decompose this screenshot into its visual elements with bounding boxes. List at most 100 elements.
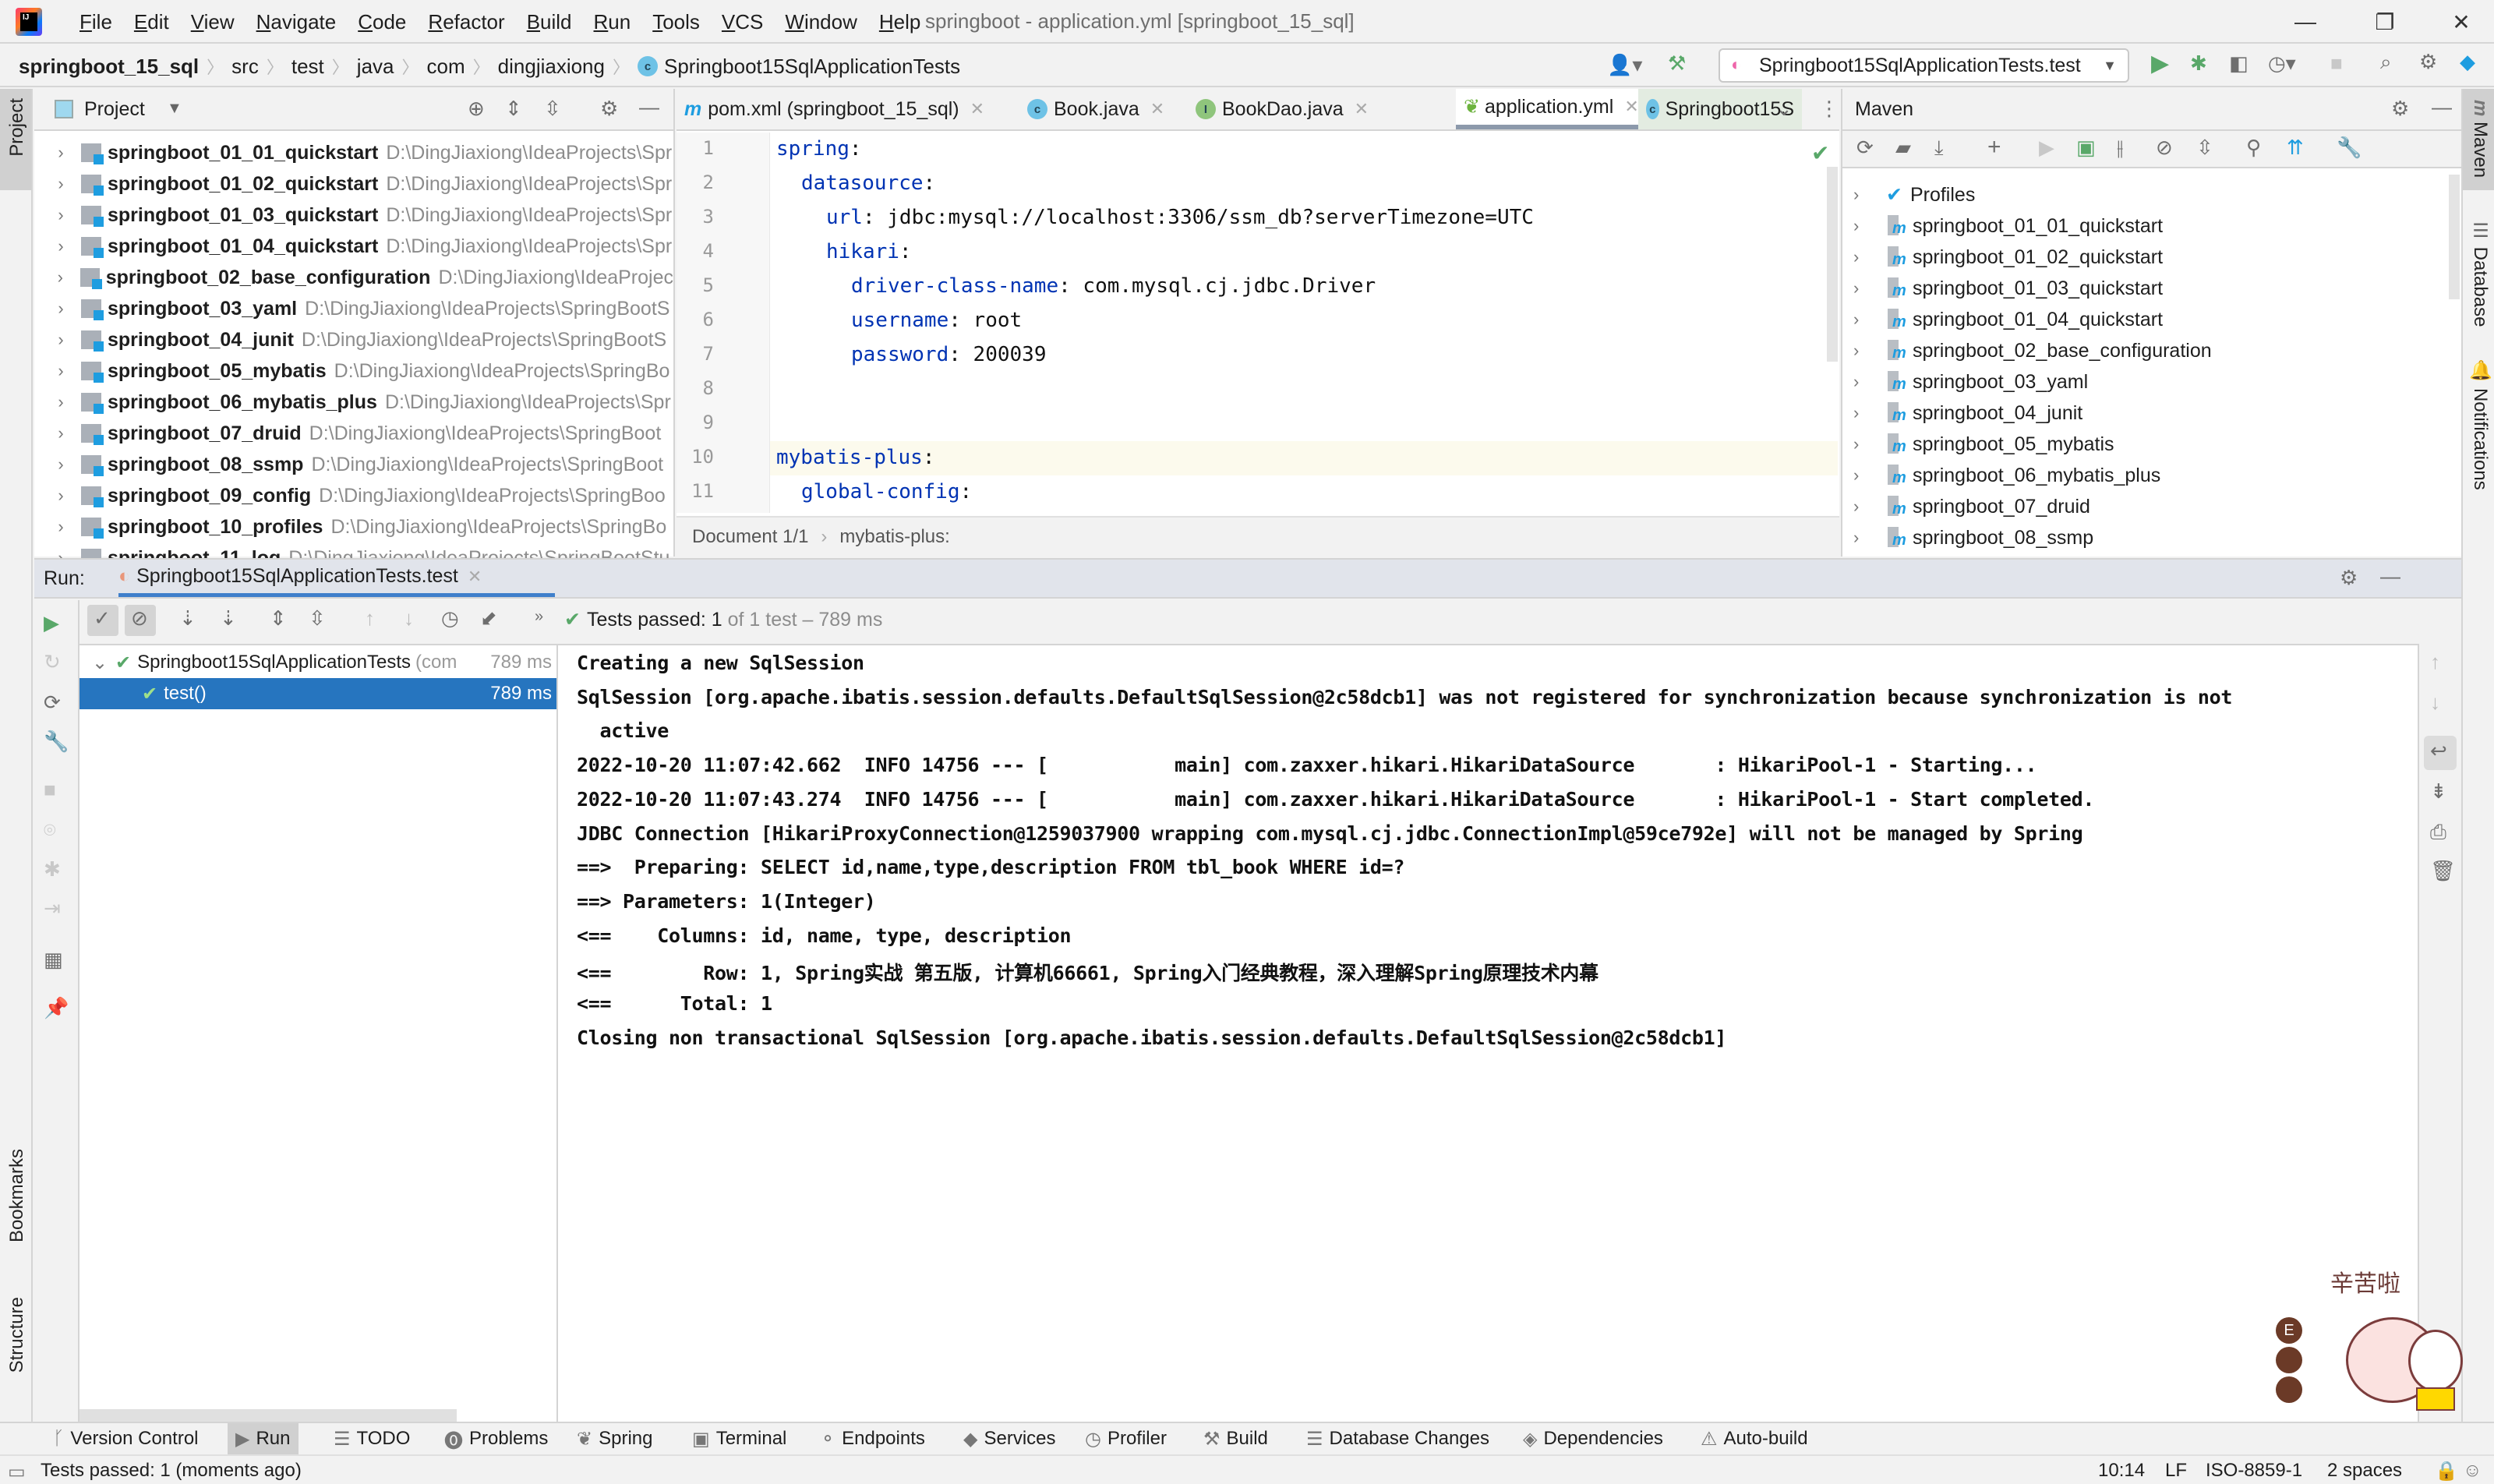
next-test-icon[interactable]: ↓ xyxy=(404,606,414,631)
test-suite-row[interactable]: ⌄ ✔ Springboot15SqlApplicationTests (com… xyxy=(79,647,556,678)
run-configuration-selector[interactable]: ◐ Springboot15SqlApplicationTests.test ▼ xyxy=(1719,48,2129,83)
scroll-down-icon[interactable]: ↓ xyxy=(2430,691,2440,715)
maven-project-item[interactable]: › springboot_06_mybatis_plus xyxy=(1842,460,2160,491)
tool-endpoints[interactable]: ⚬ Endpoints xyxy=(812,1423,933,1454)
project-tree-item[interactable]: › springboot_07_druid D:\DingJiaxiong\Idea… xyxy=(34,418,673,449)
sort-alphabetically-icon[interactable]: ⇣ xyxy=(179,606,196,631)
breadcrumb-package[interactable]: dingjiaxiong xyxy=(498,55,605,79)
chevron-down-icon[interactable]: ⌄ xyxy=(92,652,115,674)
more-icon[interactable]: » xyxy=(535,608,543,626)
settings-gear-icon[interactable]: ⚙ xyxy=(2391,97,2409,121)
breadcrumb-src[interactable]: src xyxy=(231,55,259,79)
menu-run[interactable]: Run xyxy=(583,10,642,34)
project-panel-title[interactable]: Project xyxy=(84,98,145,121)
tree-horizontal-scrollbar[interactable] xyxy=(79,1409,457,1422)
menu-navigate[interactable]: Navigate xyxy=(246,10,348,34)
chevron-right-icon[interactable]: › xyxy=(47,517,75,537)
add-icon[interactable]: + xyxy=(1987,134,2001,161)
minimize-button[interactable]: — xyxy=(2282,5,2329,39)
run-tab[interactable]: ◐ Springboot15SqlApplicationTests.test ✕ xyxy=(118,560,555,597)
restore-button[interactable]: ❐ xyxy=(2362,5,2408,39)
profile-icon[interactable]: ◷▾ xyxy=(2268,51,2296,76)
file-encoding[interactable]: ISO-8859-1 xyxy=(2206,1460,2302,1482)
chevron-right-icon[interactable]: › xyxy=(47,454,75,475)
lock-icon[interactable]: 🔒 xyxy=(2435,1460,2458,1482)
build-hammer-icon[interactable]: ⚒ xyxy=(1668,51,1686,76)
menu-window[interactable]: Window xyxy=(774,10,867,34)
maven-project-item[interactable]: › springboot_02_base_configuration xyxy=(1842,335,2212,366)
camera-icon[interactable]: ⌾ xyxy=(44,818,56,843)
project-tree-item[interactable]: › springboot_01_01_quickstart D:\DingJiaxi… xyxy=(34,137,673,168)
download-icon[interactable]: ⤓ xyxy=(1934,136,1944,161)
expand-all-icon[interactable]: ⇕ xyxy=(505,97,522,121)
menu-vcs[interactable]: VCS xyxy=(711,10,774,34)
project-tree-item[interactable]: › springboot_01_04_quickstart D:\DingJiaxi… xyxy=(34,231,673,262)
hide-panel-icon[interactable]: — xyxy=(2380,564,2400,588)
tool-spring[interactable]: ❦ Spring xyxy=(569,1423,660,1454)
toolbox-icon[interactable]: ◆ xyxy=(2460,50,2475,74)
tab-application-yml[interactable]: ❦ application.yml ✕ xyxy=(1456,89,1639,129)
hide-panel-icon[interactable]: — xyxy=(639,95,659,119)
maven-project-item[interactable]: › springboot_08_ssmp xyxy=(1842,522,2093,553)
menu-build[interactable]: Build xyxy=(516,10,583,34)
chevron-right-icon[interactable]: › xyxy=(1853,216,1877,236)
breadcrumb-class[interactable]: Springboot15SqlApplicationTests xyxy=(664,55,960,79)
chevron-right-icon[interactable]: › xyxy=(1853,341,1877,361)
chevron-right-icon[interactable]: › xyxy=(1853,528,1877,548)
maven-project-item[interactable]: › springboot_07_druid xyxy=(1842,491,2090,522)
collapse-all-icon[interactable]: ⇳ xyxy=(309,606,326,631)
chevron-right-icon[interactable]: › xyxy=(1853,278,1877,299)
more-options-icon[interactable]: ⋮ xyxy=(1819,97,1839,121)
stop-icon[interactable]: ■ xyxy=(2330,51,2343,76)
execute-goal-icon[interactable]: ▣ xyxy=(2076,136,2096,160)
maven-project-item[interactable]: › springboot_04_junit xyxy=(1842,398,2082,429)
bookmarks-tool-tab[interactable]: Bookmarks xyxy=(6,1149,28,1242)
tool-build[interactable]: ⚒ Build xyxy=(1196,1423,1276,1454)
tool-dependencies[interactable]: ◈ Dependencies xyxy=(1515,1423,1671,1454)
locate-icon[interactable]: ⊕ xyxy=(468,97,485,121)
skip-tests-icon[interactable]: ⊘ xyxy=(2156,136,2173,160)
tool-services[interactable]: ◆ Services xyxy=(956,1423,1064,1454)
database-tool-tab[interactable]: ☰ Database xyxy=(2469,220,2491,327)
tool-auto-build[interactable]: ⚠ Auto-build xyxy=(1693,1423,1816,1454)
scroll-up-icon[interactable]: ↑ xyxy=(2430,650,2440,674)
project-tree-item[interactable]: › springboot_02_base_configuration D:\Ding… xyxy=(34,262,673,293)
previous-test-icon[interactable]: ↑ xyxy=(365,606,375,631)
import-tests-icon[interactable]: ⬋ xyxy=(480,606,497,631)
console-output[interactable]: Creating a new SqlSession SqlSession [org… xyxy=(558,644,2418,1422)
project-tree-item[interactable]: › springboot_06_mybatis_plus D:\DingJiaxio… xyxy=(34,387,673,418)
project-tool-tab[interactable]: Project xyxy=(6,98,28,157)
tabs-dropdown-icon[interactable]: ⌄ xyxy=(1775,97,1793,121)
tool-problems[interactable]: ⓿ Problems xyxy=(436,1423,556,1454)
inspector-icon[interactable]: ☺ xyxy=(2463,1460,2482,1482)
close-icon[interactable]: ✕ xyxy=(1150,99,1164,119)
chevron-right-icon[interactable]: › xyxy=(47,486,75,506)
menu-file[interactable]: File xyxy=(69,10,123,34)
status-layout-icon[interactable]: ▭ xyxy=(8,1461,26,1483)
coverage-icon[interactable]: ◧ xyxy=(2229,51,2248,76)
debug-icon[interactable]: ✱ xyxy=(2190,51,2207,76)
soft-wrap-icon[interactable]: ↩ xyxy=(2430,739,2447,763)
tool-database-changes[interactable]: ☰ Database Changes xyxy=(1298,1423,1497,1454)
show-ignored-icon[interactable]: ⊘ xyxy=(131,606,148,631)
indent-setting[interactable]: 2 spaces xyxy=(2327,1460,2402,1482)
rerun-icon[interactable]: ▶ xyxy=(44,611,59,635)
project-tree-item[interactable]: › springboot_08_ssmp D:\DingJiaxiong\IdeaP… xyxy=(34,449,673,480)
project-tree-item[interactable]: › springboot_09_config D:\DingJiaxiong\Ide… xyxy=(34,480,673,511)
chevron-right-icon[interactable]: › xyxy=(1853,403,1877,423)
import-icon[interactable]: ⇥ xyxy=(44,896,61,920)
print-icon[interactable]: ⎙ xyxy=(2430,820,2446,845)
user-account-icon[interactable]: 👤▾ xyxy=(1607,53,1642,77)
chevron-right-icon[interactable]: › xyxy=(47,143,75,163)
chevron-right-icon[interactable]: › xyxy=(1853,247,1877,267)
cursor-position[interactable]: 10:14 xyxy=(2098,1460,2145,1482)
chevron-right-icon[interactable]: › xyxy=(47,361,75,381)
analyze-dependencies-icon[interactable]: ⚲ xyxy=(2246,136,2261,160)
chevron-right-icon[interactable]: › xyxy=(47,299,75,319)
chevron-right-icon[interactable]: › xyxy=(47,205,75,225)
project-tree-item[interactable]: › springboot_01_03_quickstart D:\DingJiaxi… xyxy=(34,200,673,231)
breadcrumb-com[interactable]: com xyxy=(427,55,465,79)
maven-tool-tab[interactable]: m Maven xyxy=(2469,100,2491,178)
tool-version-control[interactable]: ᚴ Version Control xyxy=(45,1423,207,1454)
search-icon[interactable]: ⌕ xyxy=(2380,50,2392,75)
